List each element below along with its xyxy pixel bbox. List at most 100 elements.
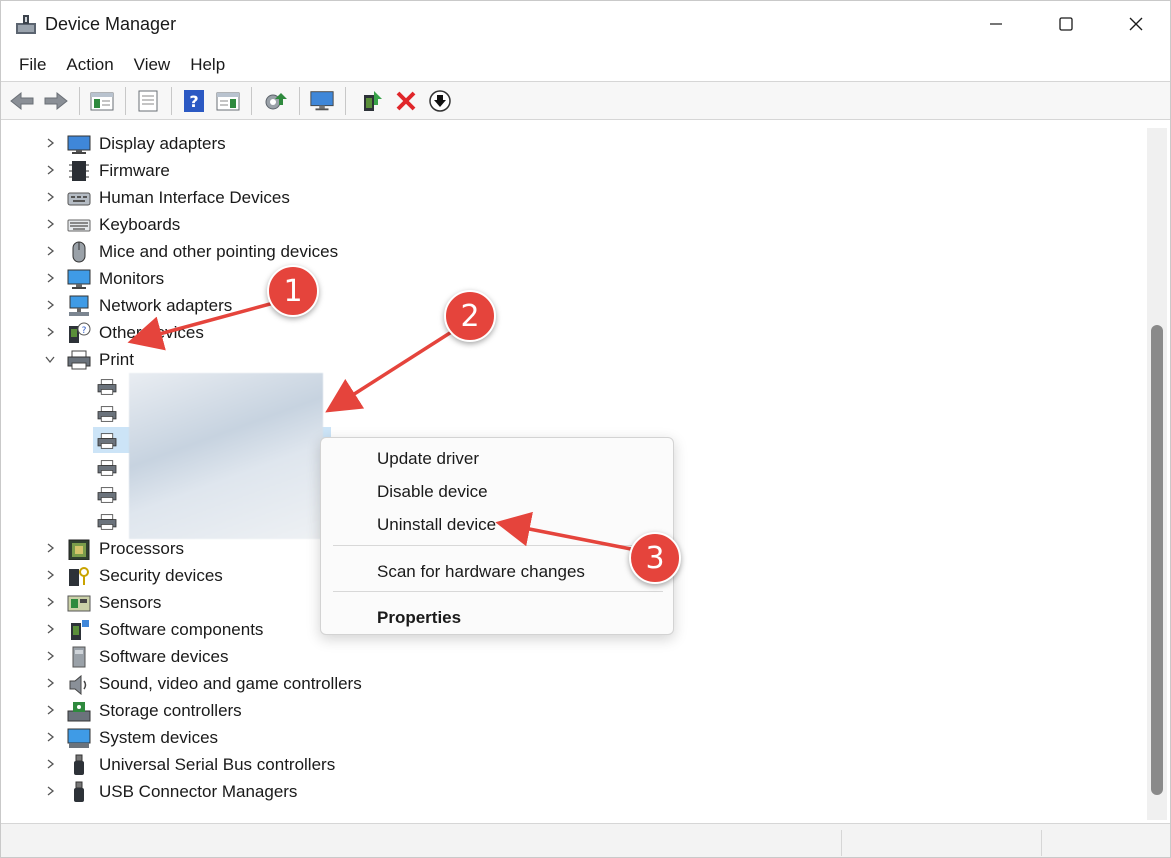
chevron-right-icon[interactable]	[43, 595, 57, 609]
window-title: Device Manager	[45, 14, 177, 34]
tree-category-bottom-8[interactable]: Universal Serial Bus controllers	[7, 751, 607, 778]
printer-icon	[97, 433, 117, 449]
action-pane-button[interactable]	[215, 88, 241, 114]
monitor-icon	[67, 269, 91, 289]
tree-category-bottom-7[interactable]: System devices	[7, 724, 607, 751]
tree-category-label: Monitors	[99, 269, 165, 288]
chevron-right-icon[interactable]	[43, 244, 57, 258]
download-button[interactable]	[427, 88, 453, 114]
tree-category-top-2[interactable]: Human Interface Devices	[7, 184, 607, 211]
network-icon	[69, 295, 89, 316]
tree-category-bottom-9[interactable]: USB Connector Managers	[7, 778, 607, 805]
tree-category-top-0[interactable]: Display adapters	[7, 130, 607, 157]
tree-category-bottom-6[interactable]: Storage controllers	[7, 697, 607, 724]
chevron-right-icon[interactable]	[43, 757, 57, 771]
tree-category-label: Other devices	[99, 323, 204, 342]
menu-file[interactable]: File	[9, 53, 56, 77]
tree-category-top-1[interactable]: Firmware	[7, 157, 607, 184]
uninstall-icon	[396, 91, 416, 111]
chevron-right-icon[interactable]	[43, 730, 57, 744]
toolbar: ?	[1, 82, 1170, 120]
maximize-button[interactable]	[1031, 1, 1101, 47]
tree-category-top-7[interactable]: ? Other devices	[7, 319, 607, 346]
tree-category-label: Software devices	[99, 647, 229, 666]
display-button[interactable]	[309, 88, 335, 114]
svg-text:?: ?	[189, 92, 198, 111]
tree-category-bottom-5[interactable]: Sound, video and game controllers	[7, 670, 607, 697]
back-button[interactable]	[9, 88, 35, 114]
tree-category-top-4[interactable]: Mice and other pointing devices	[7, 238, 607, 265]
sound-icon	[69, 674, 87, 695]
menu-help[interactable]: Help	[180, 53, 235, 77]
help-button[interactable]: ?	[181, 88, 207, 114]
display-icon	[310, 91, 334, 111]
menu-properties[interactable]: Properties	[377, 608, 461, 628]
chevron-right-icon[interactable]	[43, 217, 57, 231]
scan-hardware-button[interactable]	[263, 88, 289, 114]
tree-category-label: Human Interface Devices	[99, 188, 290, 207]
menu-uninstall-device[interactable]: Uninstall device	[377, 515, 496, 535]
menu-update-driver[interactable]: Update driver	[377, 449, 479, 469]
tree-category-label: Firmware	[99, 161, 170, 180]
tree-category-label: Processors	[99, 539, 185, 558]
scan-hardware-icon	[265, 93, 287, 110]
update-driver-button[interactable]	[359, 88, 385, 114]
tree-category-label: Software components	[99, 620, 264, 639]
close-button[interactable]	[1101, 1, 1170, 47]
usb-connector-icon	[74, 781, 84, 802]
tree-category-label: USB Connector Managers	[99, 782, 298, 801]
menu-view[interactable]: View	[124, 53, 181, 77]
menu-disable-device[interactable]: Disable device	[377, 482, 488, 502]
minimize-button[interactable]	[961, 1, 1031, 47]
tree-category-label: Sensors	[99, 593, 162, 612]
chevron-right-icon[interactable]	[43, 136, 57, 150]
tree-category-label: Universal Serial Bus controllers	[99, 755, 336, 774]
tree-category-label: System devices	[99, 728, 219, 747]
chevron-right-icon[interactable]	[43, 703, 57, 717]
console-tree-button[interactable]	[89, 88, 115, 114]
chevron-right-icon[interactable]	[43, 298, 57, 312]
tree-category-print[interactable]: Print	[7, 346, 607, 373]
tree-category-top-3[interactable]: Keyboards	[7, 211, 607, 238]
chevron-right-icon[interactable]	[43, 325, 57, 339]
software-device-icon	[72, 646, 86, 668]
chevron-right-icon[interactable]	[43, 649, 57, 663]
chevron-right-icon[interactable]	[43, 676, 57, 690]
action-pane-icon	[216, 92, 240, 111]
storage-icon	[67, 702, 91, 722]
console-tree-icon	[90, 92, 114, 111]
software-component-icon	[71, 620, 89, 640]
context-menu: Update driver Disable device Uninstall d…	[320, 437, 674, 635]
chevron-right-icon[interactable]	[43, 622, 57, 636]
security-icon	[69, 567, 89, 586]
chevron-right-icon[interactable]	[43, 784, 57, 798]
chevron-right-icon[interactable]	[43, 190, 57, 204]
close-icon	[1129, 17, 1143, 31]
redacted-printer-names	[129, 373, 323, 539]
chevron-right-icon[interactable]	[43, 541, 57, 555]
forward-button[interactable]	[43, 88, 69, 114]
menu-scan-hardware[interactable]: Scan for hardware changes	[377, 562, 585, 582]
tree-category-label: Storage controllers	[99, 701, 242, 720]
back-icon	[10, 91, 34, 111]
processor-icon	[68, 539, 90, 560]
menu-action[interactable]: Action	[56, 53, 123, 77]
annotation-badge-1: 1	[267, 265, 319, 317]
properties-button[interactable]	[135, 88, 161, 114]
tree-category-bottom-4[interactable]: Software devices	[7, 643, 607, 670]
minimize-icon	[990, 23, 1002, 25]
device-manager-window: Device Manager File Action View Help ? D…	[0, 0, 1171, 858]
printer-icon	[97, 460, 117, 476]
scrollbar-thumb[interactable]	[1151, 325, 1163, 795]
annotation-badge-3: 3	[629, 532, 681, 584]
chevron-right-icon[interactable]	[43, 568, 57, 582]
maximize-icon	[1059, 17, 1073, 31]
printer-icon	[97, 487, 117, 503]
chevron-right-icon[interactable]	[43, 163, 57, 177]
uninstall-button[interactable]	[393, 88, 419, 114]
chevron-right-icon[interactable]	[43, 271, 57, 285]
title-bar: Device Manager	[1, 1, 1170, 49]
chevron-down-icon[interactable]	[43, 352, 57, 366]
tree-category-label: Security devices	[99, 566, 223, 585]
help-icon: ?	[184, 90, 204, 112]
